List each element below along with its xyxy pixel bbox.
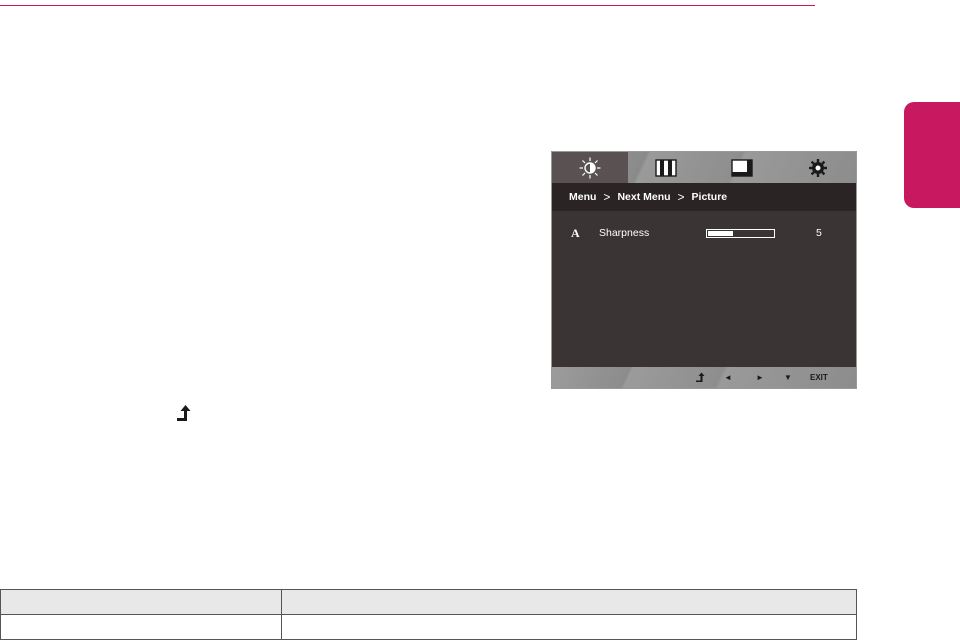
slider-fill [708, 231, 733, 236]
osd-menu: Menu > Next Menu > Picture A Sharpness 5… [551, 151, 857, 389]
settings-table [0, 589, 857, 640]
table-header-row [0, 589, 857, 615]
table-header-cell [0, 589, 282, 615]
exit-button[interactable]: EXIT [810, 373, 828, 382]
top-rule [0, 5, 815, 6]
down-arrow-button[interactable]: ▼ [784, 373, 792, 382]
gear-icon [809, 158, 827, 177]
brightness-icon [579, 157, 601, 178]
screen-icon [731, 158, 753, 177]
table-header-cell [281, 589, 857, 615]
table-row [0, 614, 857, 640]
breadcrumb-separator: > [677, 190, 685, 204]
osd-tab-bar [552, 152, 856, 183]
back-icon [177, 405, 191, 421]
breadcrumb-current: Picture [691, 191, 728, 203]
sharpness-row[interactable]: A Sharpness 5 [552, 224, 856, 242]
right-arrow-button[interactable]: ► [756, 373, 764, 382]
section-tab [904, 102, 960, 208]
sharpness-value: 5 [816, 227, 822, 239]
breadcrumb-separator: > [603, 190, 611, 204]
sharpness-icon: A [571, 226, 580, 240]
sharpness-label: Sharpness [599, 227, 650, 239]
tab-settings[interactable] [780, 152, 856, 183]
color-bars-icon [655, 158, 677, 177]
table-cell [0, 614, 282, 640]
tab-display[interactable] [704, 152, 780, 183]
breadcrumb-menu: Menu [569, 191, 597, 203]
sharpness-slider[interactable] [706, 229, 775, 238]
osd-footer: ◄ ► ▼ EXIT [552, 367, 856, 388]
breadcrumb: Menu > Next Menu > Picture [552, 183, 856, 211]
tab-color[interactable] [628, 152, 704, 183]
left-arrow-button[interactable]: ◄ [724, 373, 732, 382]
breadcrumb-next-menu: Next Menu [617, 191, 671, 203]
back-icon[interactable] [695, 372, 705, 383]
table-cell [281, 614, 857, 640]
tab-picture[interactable] [552, 152, 628, 183]
